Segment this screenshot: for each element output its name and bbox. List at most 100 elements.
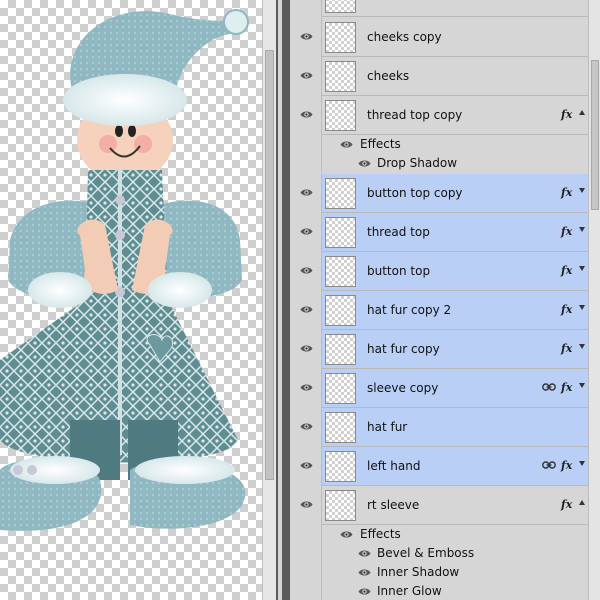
effect-item[interactable]: Bevel & Emboss: [290, 544, 588, 563]
triangle-icon[interactable]: [579, 188, 585, 193]
layer-thumbnail[interactable]: [325, 451, 356, 482]
visibility-toggle[interactable]: [290, 174, 322, 213]
layer-row[interactable]: hat fur: [290, 408, 588, 447]
effects-visibility-cell: [290, 582, 322, 600]
eye-icon[interactable]: [358, 549, 371, 558]
eye-icon: [300, 111, 313, 118]
visibility-toggle[interactable]: [290, 369, 322, 408]
effects-visibility-cell: [290, 544, 322, 563]
layer-row[interactable]: rt sleeve fx: [290, 486, 588, 525]
fx-icon[interactable]: fx: [561, 108, 572, 121]
document-canvas[interactable]: [0, 0, 262, 600]
triangle-icon[interactable]: [579, 344, 585, 349]
layer-name[interactable]: hat fur copy 2: [367, 303, 451, 317]
visibility-toggle[interactable]: [290, 447, 322, 486]
layers-vertical-scrollbar[interactable]: [588, 0, 600, 600]
visibility-toggle[interactable]: [290, 408, 322, 447]
eye-icon[interactable]: [340, 530, 353, 539]
layers-scrollbar-thumb[interactable]: [591, 60, 599, 210]
visibility-toggle[interactable]: [290, 18, 322, 57]
layer-thumbnail[interactable]: [325, 217, 356, 248]
effect-item[interactable]: Inner Shadow: [290, 563, 588, 582]
layer-row[interactable]: sleeve copy fx: [290, 369, 588, 408]
effect-item[interactable]: Drop Shadow: [290, 154, 588, 173]
link-icon[interactable]: [542, 460, 556, 470]
layer-row[interactable]: button top copy fx: [290, 174, 588, 213]
layer-name[interactable]: cheeks copy: [367, 30, 442, 44]
effects-header[interactable]: Effects: [290, 135, 588, 154]
layer-thumbnail[interactable]: [325, 100, 356, 131]
layer-thumbnail[interactable]: [325, 61, 356, 92]
fx-icon[interactable]: fx: [561, 498, 572, 511]
layer-row[interactable]: hat fur copy fx: [290, 330, 588, 369]
layer-thumbnail[interactable]: [325, 412, 356, 443]
fx-icon[interactable]: fx: [561, 381, 572, 394]
layer-thumbnail[interactable]: [325, 295, 356, 326]
fx-icon[interactable]: fx: [561, 225, 572, 238]
layer-name[interactable]: rt sleeve: [367, 498, 419, 512]
layer-thumbnail[interactable]: [325, 490, 356, 521]
triangle-icon[interactable]: [579, 383, 585, 388]
eye-icon: [300, 228, 313, 235]
canvas-scrollbar-thumb[interactable]: [265, 50, 274, 480]
visibility-toggle[interactable]: [290, 291, 322, 330]
effects-label: Effects: [360, 137, 401, 151]
eye-icon: [300, 462, 313, 469]
canvas-vertical-scrollbar[interactable]: [262, 0, 276, 600]
layer-name[interactable]: cheeks: [367, 69, 409, 83]
layer-row[interactable]: cheeks: [290, 57, 588, 96]
fx-icon[interactable]: fx: [561, 342, 572, 355]
effects-visibility-cell: [290, 135, 322, 154]
layer-row-partial[interactable]: [290, 0, 588, 17]
fx-icon[interactable]: fx: [561, 303, 572, 316]
layer-row[interactable]: left hand fx: [290, 447, 588, 486]
triangle-icon[interactable]: [579, 500, 585, 505]
visibility-toggle[interactable]: [290, 96, 322, 135]
fx-icon[interactable]: fx: [561, 264, 572, 277]
eye-icon: [300, 72, 313, 79]
eye-icon[interactable]: [358, 587, 371, 596]
layer-row[interactable]: thread top fx: [290, 213, 588, 252]
link-icon[interactable]: [542, 382, 556, 392]
triangle-icon[interactable]: [579, 461, 585, 466]
layer-name[interactable]: thread top: [367, 225, 430, 239]
fx-icon[interactable]: fx: [561, 186, 572, 199]
layer-thumbnail[interactable]: [325, 22, 356, 53]
visibility-toggle[interactable]: [290, 0, 322, 17]
eye-icon: [300, 306, 313, 313]
effect-name: Inner Shadow: [377, 565, 460, 579]
triangle-icon[interactable]: [579, 305, 585, 310]
layer-thumbnail[interactable]: [325, 178, 356, 209]
layer-row[interactable]: thread top copy fx: [290, 96, 588, 135]
triangle-icon[interactable]: [579, 110, 585, 115]
eye-icon[interactable]: [358, 159, 371, 168]
layer-thumbnail[interactable]: [325, 334, 356, 365]
eye-icon[interactable]: [340, 140, 353, 149]
effects-visibility-cell: [290, 563, 322, 582]
effect-name: Drop Shadow: [377, 156, 458, 170]
layer-name[interactable]: button top copy: [367, 186, 463, 200]
layer-row[interactable]: button top fx: [290, 252, 588, 291]
layer-name[interactable]: hat fur: [367, 420, 407, 434]
visibility-toggle[interactable]: [290, 486, 322, 525]
layer-row[interactable]: cheeks copy: [290, 18, 588, 57]
layer-thumbnail[interactable]: [325, 256, 356, 287]
eye-icon[interactable]: [358, 568, 371, 577]
visibility-toggle[interactable]: [290, 330, 322, 369]
layer-name[interactable]: thread top copy: [367, 108, 462, 122]
visibility-toggle[interactable]: [290, 57, 322, 96]
layer-name[interactable]: hat fur copy: [367, 342, 440, 356]
triangle-icon[interactable]: [579, 266, 585, 271]
layer-name[interactable]: button top: [367, 264, 430, 278]
triangle-icon[interactable]: [579, 227, 585, 232]
fx-icon[interactable]: fx: [561, 459, 572, 472]
layer-row[interactable]: hat fur copy 2 fx: [290, 291, 588, 330]
layer-thumbnail[interactable]: [325, 373, 356, 404]
visibility-toggle[interactable]: [290, 252, 322, 291]
layer-name[interactable]: left hand: [367, 459, 420, 473]
layer-name[interactable]: sleeve copy: [367, 381, 438, 395]
effects-header[interactable]: Effects: [290, 525, 588, 544]
effect-name: Bevel & Emboss: [377, 546, 475, 560]
effect-item[interactable]: Inner Glow: [290, 582, 588, 600]
visibility-toggle[interactable]: [290, 213, 322, 252]
